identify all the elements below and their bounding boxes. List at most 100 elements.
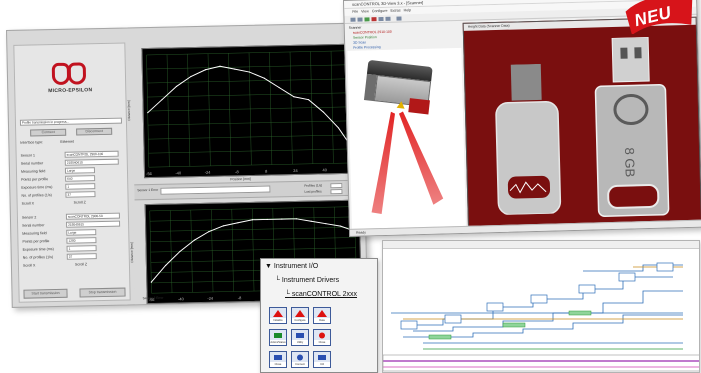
x-tick-label: -8	[235, 169, 239, 174]
serial1-value: 218040610	[66, 160, 83, 165]
x-tick-label: -56	[146, 171, 153, 176]
vi-utility-icon[interactable]: Utility	[291, 329, 309, 346]
connect-button[interactable]: Connect	[30, 128, 67, 137]
points1-select[interactable]: 640	[65, 175, 96, 182]
vi-close2-icon[interactable]: Close	[269, 351, 287, 368]
logo-icon	[50, 61, 90, 85]
laser-warning-icon	[396, 100, 406, 109]
stop-transmission-button[interactable]: Stop transmission	[79, 287, 126, 298]
functions-palette: ▼ Instrument I/O └ Instrument Drivers └ …	[260, 258, 378, 373]
laser-beam-right	[398, 111, 444, 205]
sensor1-error-field	[160, 185, 271, 195]
height-image-view[interactable]: Height Data (Scanner Data) 8 GB	[462, 16, 701, 230]
tree-item-sensor[interactable]: scanCONTROL 2910-100	[353, 30, 392, 35]
sensor-brand-label	[408, 98, 430, 115]
exposure2-value: 1	[68, 246, 71, 251]
interface-label: Interface type:	[20, 140, 44, 145]
exposure1-value: 1	[67, 184, 70, 189]
lost-profiles-label: Lost profiles	[304, 189, 322, 194]
scrollz1-label: Scroll Z	[73, 200, 86, 205]
menu-extras[interactable]: Extras	[390, 8, 400, 12]
profiles1-value: 37	[67, 192, 72, 197]
disconnect-button[interactable]: Disconnect	[76, 127, 113, 136]
plot1-ylabel: Distance [mm]	[126, 100, 132, 121]
x-tick-label: 24	[293, 168, 298, 173]
laser-beam-left	[371, 111, 395, 215]
serial1-label: Serial number	[20, 161, 44, 166]
menu-file[interactable]: File	[352, 10, 358, 14]
points1-value: 640	[67, 176, 73, 181]
scrollz2-label: Scroll Z	[74, 262, 88, 267]
tree-item-processing[interactable]: Profile Processing	[353, 45, 380, 50]
logo-text: MICRO-EPSILON	[48, 86, 93, 94]
status-field: Profile transmission in progress...	[19, 117, 122, 126]
menu-help[interactable]: Help	[404, 8, 412, 12]
exposure1-input[interactable]: 1	[65, 183, 96, 190]
points1-label: Points per profile	[21, 177, 49, 182]
vi-initialize-icon[interactable]: Initialize	[269, 307, 287, 324]
vi-close-icon[interactable]: Close	[313, 329, 331, 346]
profiles-rate-label: Profiles (1/s)	[304, 183, 323, 188]
exposure2-input[interactable]: 1	[66, 245, 97, 252]
sensor1-field[interactable]: scanCONTROL 2900-100	[64, 150, 119, 158]
usb-stick-scan-right: 8 GB	[594, 36, 670, 217]
points2-select[interactable]: 1280	[66, 237, 97, 244]
toolbar-settings-icon[interactable]	[385, 16, 391, 21]
svg-text:8 GB: 8 GB	[622, 147, 638, 177]
tree-item-position[interactable]: Sensor Position	[353, 35, 377, 40]
plot2-ylabel: Distance [mm]	[129, 242, 135, 263]
profile-plot-1[interactable]: -56-40-24-88244056	[141, 43, 360, 179]
menu-view[interactable]: View	[361, 9, 369, 13]
block-diagram-canvas[interactable]	[383, 241, 700, 373]
x-tick-label: -24	[207, 296, 214, 301]
usb-stick-scan-left	[495, 63, 562, 216]
profiles2-input[interactable]: 37	[66, 253, 97, 260]
settings-panel: MICRO-EPSILON Profile transmission in pr…	[13, 42, 131, 303]
start-transmission-button[interactable]: Start transmission	[23, 288, 68, 299]
sensor1-label: Sensor 1	[20, 153, 36, 158]
block-diagram-window	[382, 240, 700, 373]
toolbar-zoom-icon[interactable]	[378, 16, 384, 22]
toolbar-help-icon[interactable]	[396, 16, 402, 21]
toolbar-save-icon[interactable]	[357, 17, 363, 22]
toolbar-play-icon[interactable]	[364, 17, 370, 22]
lost-profiles-field	[330, 188, 343, 195]
mode1-value: Large	[66, 168, 76, 173]
serial2-field[interactable]: 218040615	[66, 220, 121, 228]
palette-line-instrument-io[interactable]: ▼ Instrument I/O	[265, 263, 318, 270]
serial2-label: Serial number	[22, 223, 45, 228]
sensor1-value: scanCONTROL 2900-100	[66, 151, 104, 157]
menu-configure[interactable]: Configure	[372, 9, 388, 13]
vi-action-icon[interactable]: Action/Status	[269, 329, 287, 346]
sensor-3d-view	[347, 47, 467, 231]
mode2-select[interactable]: Large	[66, 229, 97, 236]
mode2-value: Large	[68, 230, 77, 235]
mode1-label: Measuring field	[20, 169, 46, 174]
profiles-rate-field	[330, 182, 343, 189]
x-tick-label: -8	[238, 295, 242, 300]
toolbar-open-icon[interactable]	[350, 17, 356, 22]
sensor2-error-label: Sensor 2 Error	[142, 295, 164, 301]
vi-connect-icon[interactable]: Connect	[291, 351, 309, 368]
exposure1-label: Exposure time (ms)	[21, 185, 53, 190]
vi-configure-icon[interactable]: Configure	[291, 307, 309, 324]
palette-line-instrument-drivers[interactable]: └ Instrument Drivers	[275, 277, 339, 284]
profiles1-label: No. of profiles (1/s)	[21, 193, 52, 198]
scrollx2-label: Scroll X	[22, 263, 36, 268]
toolbar-stop-icon[interactable]	[371, 17, 377, 22]
sensor2-field[interactable]: scanCONTROL 2900-50	[65, 212, 120, 220]
vi-data-icon[interactable]: Data	[313, 307, 331, 324]
company-logo: MICRO-EPSILON	[14, 44, 125, 112]
profiles2-label: No. of profiles (1/s)	[22, 255, 54, 260]
palette-line-scancontrol[interactable]: └ scanCONTROL 2xxx	[285, 291, 357, 298]
mode1-select[interactable]: Large	[64, 167, 96, 174]
profiles2-value: 37	[68, 254, 73, 259]
serial1-field[interactable]: 218040610	[64, 158, 119, 166]
x-tick-label: -40	[175, 170, 182, 175]
points2-value: 1280	[68, 238, 76, 243]
tree-item-scanner[interactable]: Scanner	[349, 26, 362, 30]
mode2-label: Measuring field	[22, 231, 47, 236]
tree-item-3dscan[interactable]: 3D Scan	[353, 40, 366, 44]
profiles1-input[interactable]: 37	[65, 191, 96, 198]
vi-util-icon[interactable]: Util	[313, 351, 331, 368]
